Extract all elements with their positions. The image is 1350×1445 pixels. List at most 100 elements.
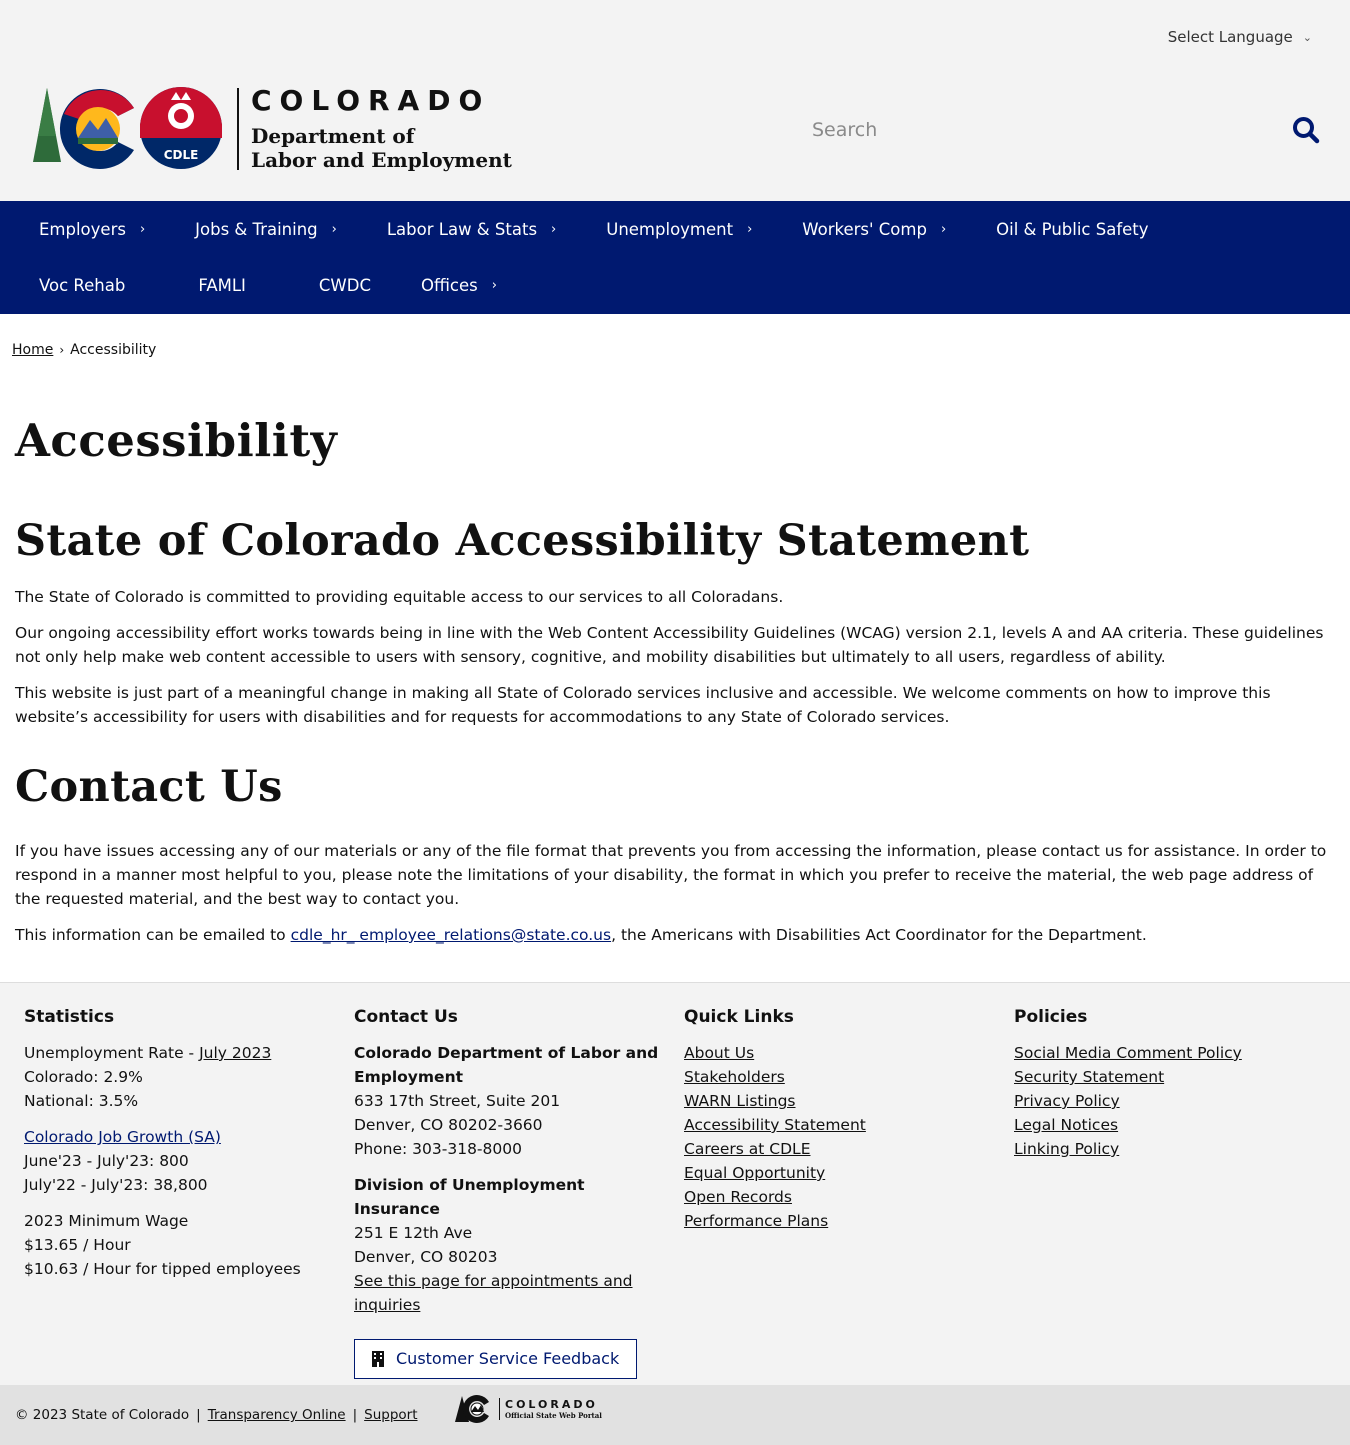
contact-text-after: , the Americans with Disabilities Act Co…	[611, 926, 1147, 944]
statement-paragraph-3: This website is just part of a meaningfu…	[15, 684, 1271, 726]
transparency-online-link[interactable]: Transparency Online	[208, 1407, 346, 1423]
nav-item-label: Offices	[420, 275, 478, 295]
quick-link-open-records[interactable]: Open Records	[684, 1185, 994, 1209]
quick-link-stakeholders[interactable]: Stakeholders	[684, 1065, 994, 1089]
contact-phone: Phone: 303-318-8000	[354, 1140, 522, 1158]
policy-legal-notices[interactable]: Legal Notices	[1014, 1113, 1324, 1137]
job-growth-link[interactable]: Colorado Job Growth (SA)	[24, 1125, 334, 1149]
quick-link-performance-plans[interactable]: Performance Plans	[684, 1209, 994, 1233]
footer-policies-heading: Policies	[1014, 1007, 1088, 1027]
policy-privacy[interactable]: Privacy Policy	[1014, 1089, 1324, 1113]
nav-item-label: Workers' Comp	[802, 219, 927, 239]
quick-link-warn-listings[interactable]: WARN Listings	[684, 1089, 994, 1113]
nav-item-jobs-training[interactable]: Jobs & Training ›	[170, 201, 362, 257]
nav-item-label: FAMLI	[198, 275, 246, 295]
language-selector[interactable]: Select Language ⌄	[1168, 28, 1312, 46]
portal-state-name: COLORADO	[505, 1398, 598, 1411]
contact-us-heading: Contact Us	[15, 762, 283, 812]
breadcrumb-current: Accessibility	[70, 342, 157, 358]
ada-email-link[interactable]: cdle_hr_ employee_relations@state.co.us	[291, 926, 611, 944]
chevron-right-icon: ›	[940, 221, 947, 237]
support-link[interactable]: Support	[364, 1407, 417, 1423]
contact-org-name: Colorado Department of Labor and Employm…	[354, 1044, 659, 1086]
footer-contact-heading: Contact Us	[354, 1007, 458, 1027]
nav-item-oil-public-safety[interactable]: Oil & Public Safety	[971, 201, 1196, 257]
logo-dept-line1: Department of	[251, 124, 415, 148]
nav-item-famli[interactable]: FAMLI	[173, 257, 294, 313]
nav-item-offices[interactable]: Offices ›	[396, 257, 522, 313]
nav-item-labor-law-stats[interactable]: Labor Law & Stats ›	[362, 201, 581, 257]
footer-quick-links: Quick Links About Us Stakeholders WARN L…	[684, 1005, 994, 1233]
nav-item-label: Labor Law & Stats	[386, 219, 538, 239]
minimum-wage-label: 2023 Minimum Wage	[24, 1212, 189, 1230]
quick-link-careers[interactable]: Careers at CDLE	[684, 1137, 994, 1161]
unemployment-rate-line: Unemployment Rate - July 2023	[24, 1041, 334, 1065]
bottom-bar-links: © 2023 State of Colorado | Transparency On…	[15, 1407, 418, 1423]
chevron-right-icon: ›	[59, 343, 65, 357]
policy-social-media[interactable]: Social Media Comment Policy	[1014, 1041, 1324, 1065]
nav-item-voc-rehab[interactable]: Voc Rehab	[14, 257, 173, 313]
copyright-text: © 2023 State of Colorado	[15, 1407, 190, 1423]
accessibility-statement-heading: State of Colorado Accessibility Statemen…	[15, 516, 1030, 566]
statement-paragraph-1: The State of Colorado is committed to pr…	[15, 588, 784, 606]
contact-address-1: 633 17th Street, Suite 201	[354, 1092, 561, 1110]
nav-item-workers-comp[interactable]: Workers' Comp ›	[777, 201, 971, 257]
statement-paragraph-2: Our ongoing accessibility effort works t…	[15, 624, 1324, 666]
chevron-right-icon: ›	[331, 221, 337, 237]
page-title: Accessibility	[15, 414, 338, 467]
logo-dept-line2: Labor and Employment	[251, 148, 512, 172]
contact-paragraph-1: If you have issues accessing any of our …	[15, 842, 1327, 908]
footer-quick-links-heading: Quick Links	[684, 1007, 794, 1027]
portal-text: COLORADO Official State Web Portal	[499, 1398, 602, 1420]
nav-item-unemployment[interactable]: Unemployment ›	[581, 201, 777, 257]
svg-text:CDLE: CDLE	[164, 148, 199, 162]
site-footer: Statistics Unemployment Rate - July 2023…	[0, 982, 1350, 1385]
breadcrumb: Home › Accessibility	[12, 314, 1335, 358]
quick-link-accessibility-statement[interactable]: Accessibility Statement	[684, 1113, 994, 1137]
unemployment-rate-label: Unemployment Rate -	[24, 1044, 200, 1062]
quick-link-equal-opportunity[interactable]: Equal Opportunity	[684, 1161, 994, 1185]
nav-item-label: Oil & Public Safety	[996, 219, 1149, 239]
nav-item-label: CWDC	[318, 275, 371, 295]
bottom-bar: © 2023 State of Colorado | Transparency On…	[0, 1385, 1350, 1445]
building-icon	[372, 1351, 384, 1367]
contact-paragraph-2: This information can be emailed to cdle_…	[15, 923, 1335, 947]
nav-item-label: Employers	[39, 219, 126, 239]
colorado-rate: Colorado: 2.9%	[24, 1068, 143, 1086]
footer-policies: Policies Social Media Comment Policy Sec…	[1014, 1005, 1324, 1161]
portal-subtitle: Official State Web Portal	[505, 1411, 602, 1420]
search-icon[interactable]	[1292, 116, 1320, 144]
main-content: Home › Accessibility Accessibility State o…	[0, 314, 1350, 982]
policy-security-statement[interactable]: Security Statement	[1014, 1065, 1324, 1089]
quick-link-about-us[interactable]: About Us	[684, 1041, 994, 1065]
policy-linking[interactable]: Linking Policy	[1014, 1137, 1324, 1161]
national-rate: National: 3.5%	[24, 1092, 139, 1110]
footer-statistics-heading: Statistics	[24, 1007, 115, 1027]
contact-text-before: This information can be emailed to	[15, 926, 291, 944]
footer-contact: Contact Us Colorado Department of Labor …	[354, 1005, 664, 1379]
nav-item-label: Unemployment	[606, 219, 734, 239]
cdle-logo[interactable]: CDLE COLORADO Department of Labor and Em…	[30, 86, 512, 172]
customer-service-feedback-button[interactable]: Customer Service Feedback	[354, 1339, 638, 1379]
ui-address-1: 251 E 12th Ave	[354, 1224, 473, 1242]
job-growth-yearly: July'22 - July'23: 38,800	[24, 1176, 208, 1194]
appointments-link[interactable]: See this page for appointments and inqui…	[354, 1269, 664, 1317]
chevron-down-icon: ⌄	[1302, 30, 1312, 44]
search-input[interactable]	[812, 110, 1332, 150]
search-bar	[812, 110, 1332, 150]
breadcrumb-home-link[interactable]: Home	[12, 342, 53, 358]
unemployment-month-link[interactable]: July 2023	[199, 1044, 271, 1062]
nav-item-cwdc[interactable]: CWDC	[294, 257, 396, 313]
main-nav-list: Employers › Jobs & Training › Labor Law & …	[14, 201, 1350, 313]
ui-address-2: Denver, CO 80203	[354, 1248, 498, 1266]
ui-division-name: Division of Unemployment Insurance	[354, 1176, 585, 1218]
official-state-portal-logo[interactable]: COLORADO Official State Web Portal	[455, 1394, 602, 1424]
chevron-right-icon: ›	[491, 277, 497, 293]
nav-item-employers[interactable]: Employers ›	[14, 201, 170, 257]
logo-state-name: COLORADO	[251, 84, 491, 117]
job-growth-monthly: June'23 - July'23: 800	[24, 1152, 189, 1170]
minimum-wage-value: $13.65 / Hour	[24, 1236, 131, 1254]
feedback-button-label: Customer Service Feedback	[396, 1349, 620, 1368]
contact-address-2: Denver, CO 80202-3660	[354, 1116, 543, 1134]
logo-text: COLORADO Department of Labor and Employm…	[251, 84, 512, 173]
